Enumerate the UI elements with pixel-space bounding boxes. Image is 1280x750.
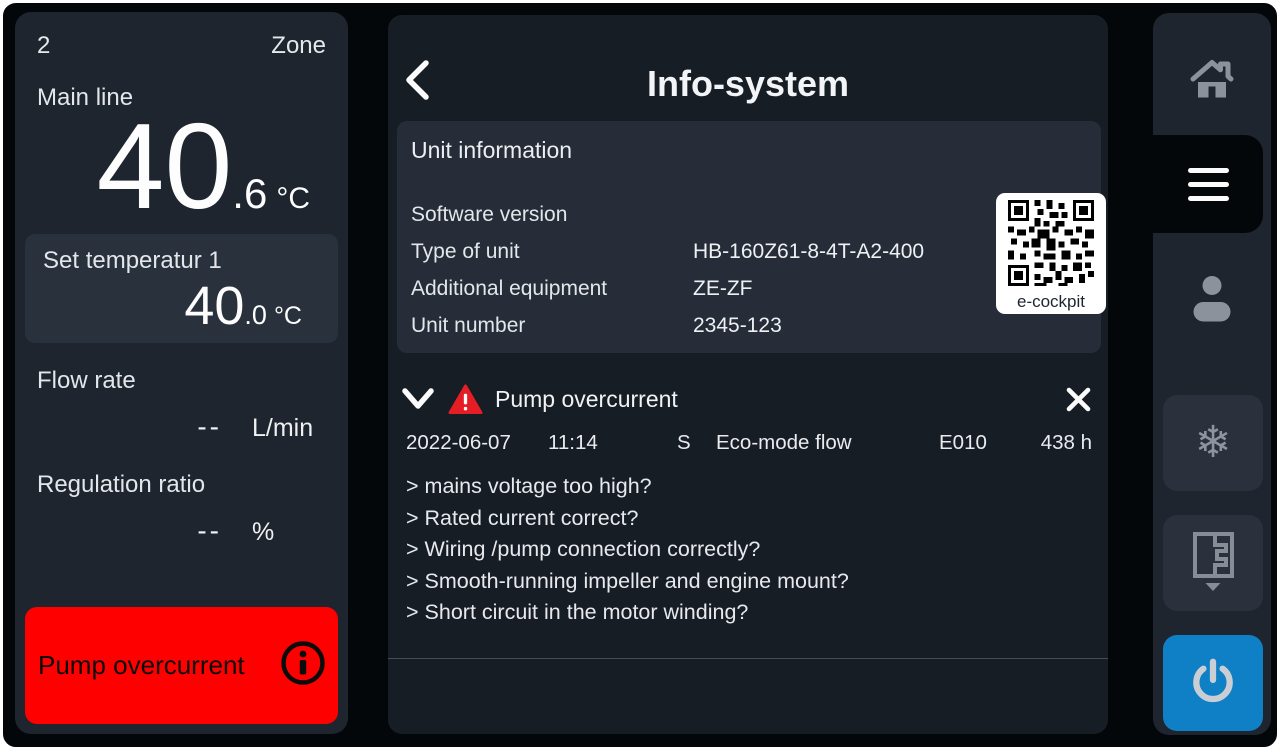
- zone-number: 2: [37, 32, 50, 60]
- sidebar-item-menu[interactable]: [1139, 135, 1263, 233]
- info-system-panel: Info-system Unit information Software ve…: [388, 15, 1108, 734]
- qr-card: e-cockpit: [996, 193, 1106, 314]
- row-label: Type of unit: [411, 240, 693, 264]
- mold-icon: [1189, 530, 1237, 597]
- main-line-unit: °C: [276, 182, 310, 215]
- regulation-ratio-unit: %: [252, 518, 336, 547]
- unit-info-row: Type of unit HB-160Z61-8-4T-A2-400: [411, 233, 1087, 270]
- alarm-mode: Eco-mode flow: [716, 431, 939, 455]
- hamburger-menu-icon: [1188, 168, 1229, 173]
- alarm-time: 11:14: [548, 431, 677, 455]
- hamburger-bar: [1188, 196, 1229, 201]
- alarm-header: Pump overcurrent: [388, 363, 1108, 419]
- main-line-value-frac: .6: [232, 170, 267, 217]
- checklist-item: > Rated current correct?: [406, 503, 1090, 535]
- alarm-banner[interactable]: Pump overcurrent: [25, 607, 338, 724]
- checklist-item: > mains voltage too high?: [406, 471, 1090, 503]
- device-screen: 2 Zone Main line 40.6°C Set temperatur 1…: [0, 0, 1280, 750]
- row-label: Unit number: [411, 314, 693, 338]
- page-title: Info-system: [388, 63, 1108, 105]
- alarm-title: Pump overcurrent: [495, 386, 678, 413]
- unit-info-row: Unit number 2345-123: [411, 307, 1087, 344]
- unit-information-rows: Software version Type of unit HB-160Z61-…: [411, 196, 1087, 344]
- regulation-ratio-value: --: [197, 515, 222, 547]
- set-temp-value-int: 40: [184, 276, 244, 336]
- chevron-down-icon[interactable]: [401, 387, 435, 411]
- alarm-operating-hours: 438 h: [1039, 431, 1092, 455]
- alarm-meta-row: 2022-06-07 11:14 S Eco-mode flow E010 43…: [388, 431, 1108, 455]
- sidebar: ❄: [1153, 13, 1271, 735]
- sidebar-item-cooling[interactable]: ❄: [1163, 395, 1263, 491]
- regulation-ratio-label: Regulation ratio: [37, 471, 326, 499]
- checklist-item: > Short circuit in the motor winding?: [406, 597, 1090, 629]
- zone-label: Zone: [271, 32, 326, 60]
- row-label: Additional equipment: [411, 277, 693, 301]
- zone-header: 2 Zone: [37, 32, 326, 60]
- qr-code: [1008, 200, 1094, 291]
- alarm-date: 2022-06-07: [406, 431, 548, 455]
- sidebar-item-power[interactable]: [1163, 635, 1263, 731]
- alarm-banner-label: Pump overcurrent: [38, 650, 245, 681]
- main-line-value-int: 40: [97, 98, 233, 234]
- flow-rate-unit: L/min: [252, 414, 336, 443]
- qr-label: e-cockpit: [1017, 292, 1085, 312]
- set-temperature-label: Set temperatur 1: [43, 247, 320, 275]
- unit-info-row: Software version: [411, 196, 1087, 233]
- sidebar-item-user[interactable]: [1153, 265, 1271, 335]
- main-line-temperature: 40.6°C: [37, 102, 326, 230]
- home-icon: [1189, 59, 1235, 106]
- unit-info-row: Additional equipment ZE-ZF: [411, 270, 1087, 307]
- alarm-detail-section: Pump overcurrent 2022-06-07 11:14 S Eco-…: [388, 363, 1108, 629]
- flow-rate-label: Flow rate: [37, 367, 326, 395]
- set-temp-value-frac: .0: [244, 300, 267, 330]
- warning-triangle-icon: [448, 384, 483, 415]
- row-label: Software version: [411, 203, 693, 227]
- sidebar-item-mold[interactable]: [1163, 515, 1263, 611]
- sidebar-item-home[interactable]: [1153, 37, 1271, 127]
- snowflake-icon: ❄: [1195, 421, 1232, 465]
- checklist-item: > Smooth-running impeller and engine mou…: [406, 566, 1090, 598]
- set-temperature-field[interactable]: Set temperatur 1 40.0°C: [25, 234, 338, 343]
- alarm-code: E010: [939, 431, 1039, 455]
- set-temp-unit: °C: [274, 302, 302, 330]
- regulation-ratio-value-row: -- %: [37, 515, 326, 547]
- zone-panel: 2 Zone Main line 40.6°C Set temperatur 1…: [15, 12, 348, 734]
- set-temperature-value: 40.0°C: [43, 279, 320, 333]
- flow-rate-value-row: -- L/min: [37, 411, 326, 443]
- flow-rate-value: --: [197, 411, 222, 443]
- close-icon[interactable]: [1065, 386, 1092, 413]
- info-circle-icon[interactable]: [280, 640, 326, 691]
- power-icon: [1188, 656, 1238, 711]
- alarm-priority: S: [677, 431, 716, 455]
- user-icon: [1187, 272, 1237, 329]
- checklist-item: > Wiring /pump connection correctly?: [406, 534, 1090, 566]
- row-value: 2345-123: [693, 314, 1087, 338]
- unit-information-title: Unit information: [411, 137, 1087, 164]
- alarm-checklist: > mains voltage too high? > Rated curren…: [388, 471, 1108, 629]
- divider: [388, 658, 1108, 659]
- hamburger-bar: [1188, 182, 1229, 187]
